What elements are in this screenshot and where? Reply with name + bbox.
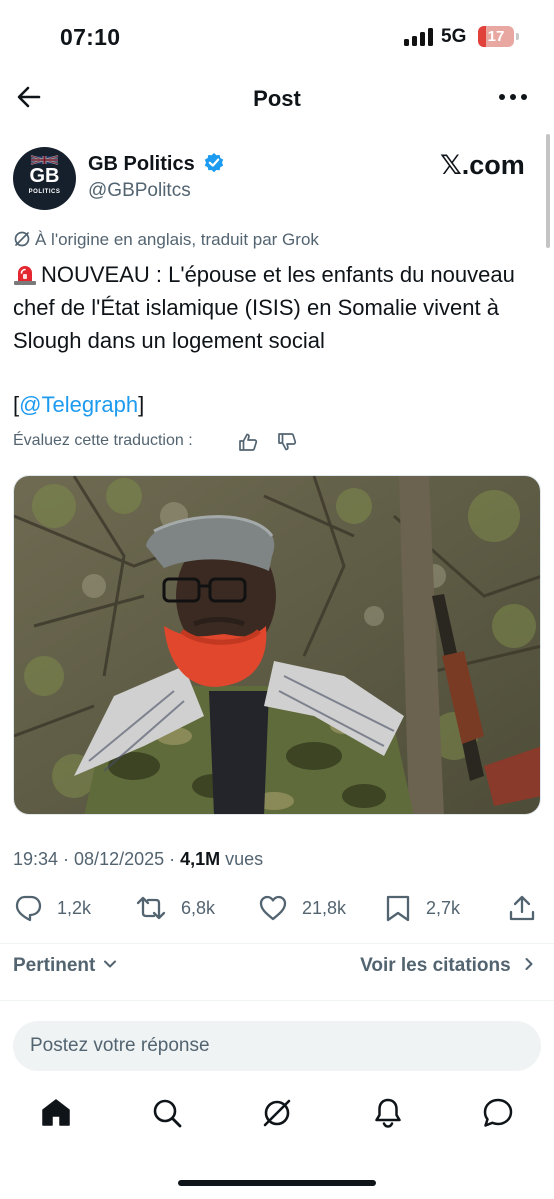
divider <box>0 943 554 944</box>
post-body-text: NOUVEAU : L'épouse et les enfants du nou… <box>13 262 515 353</box>
signal-icon <box>404 28 434 46</box>
heart-icon <box>259 895 287 921</box>
grok-icon[interactable] <box>260 1096 294 1130</box>
search-icon[interactable] <box>150 1096 184 1130</box>
bracket-close: ] <box>138 392 145 417</box>
page-title: Post <box>253 86 301 111</box>
repost-button[interactable]: 6,8k <box>135 888 215 928</box>
divider <box>0 1000 554 1001</box>
bookmark-button[interactable]: 2,7k <box>384 888 460 928</box>
repost-count: 6,8k <box>181 897 216 918</box>
thumbs-up-icon[interactable] <box>237 431 259 453</box>
author-name[interactable]: GB Politics <box>88 153 195 176</box>
siren-emoji-icon <box>14 266 36 285</box>
chevron-right-icon <box>525 958 533 970</box>
view-quotes-link[interactable]: Voir les citations <box>360 955 536 977</box>
action-bar: 1,2k 6,8k 21,8k 2,7k <box>0 888 554 928</box>
scrollbar[interactable] <box>546 134 550 248</box>
sort-dropdown[interactable]: Pertinent <box>13 955 117 977</box>
views-count: 4,1M <box>180 849 221 869</box>
views-label: vues <box>220 849 264 869</box>
messages-icon[interactable] <box>481 1096 515 1130</box>
avatar-subtext: POLITICS <box>28 189 61 195</box>
network-label: 5G <box>441 26 467 47</box>
share-icon <box>509 895 535 921</box>
chevron-down-icon <box>103 960 116 968</box>
battery-level: 17 <box>487 28 505 45</box>
avatar-text: GB <box>29 165 60 187</box>
share-button[interactable] <box>507 888 551 928</box>
like-button[interactable]: 21,8k <box>258 888 346 928</box>
thumbs-down-icon[interactable] <box>276 431 298 453</box>
mention-line: [@Telegraph] <box>13 388 144 421</box>
reply-placeholder: Postez votre réponse <box>30 1035 210 1056</box>
reply-button[interactable]: 1,2k <box>13 888 91 928</box>
reply-input[interactable]: Postez votre réponse <box>13 1021 541 1071</box>
home-icon[interactable] <box>39 1096 73 1130</box>
battery-icon: 17 <box>478 26 514 47</box>
post-meta: 19:34 · 08/12/2025 · 4,1M vues <box>13 849 263 870</box>
sort-label: Pertinent <box>13 955 96 976</box>
rate-translation-label: Évaluez cette traduction : <box>13 432 193 449</box>
post-image[interactable] <box>13 475 541 815</box>
author-handle[interactable]: @GBPolitcs <box>88 180 191 202</box>
translation-note-text: À l'origine en anglais, traduit par Grok <box>35 230 319 249</box>
bookmark-count: 2,7k <box>426 897 461 918</box>
mention-link[interactable]: @Telegraph <box>19 392 138 417</box>
source-label: 𝕏.com <box>440 150 525 180</box>
notifications-icon[interactable] <box>371 1096 405 1130</box>
reply-icon <box>15 895 42 922</box>
post-datetime: 19:34 · 08/12/2025 · <box>13 849 181 869</box>
battery-cap <box>516 33 519 40</box>
more-options-icon[interactable] <box>498 92 528 102</box>
translation-note: À l'origine en anglais, traduit par Grok <box>13 230 319 250</box>
avatar[interactable]: GB POLITICS <box>13 147 76 210</box>
home-indicator[interactable] <box>178 1180 376 1186</box>
status-time: 07:10 <box>60 24 121 50</box>
grok-icon <box>14 231 30 247</box>
repost-icon <box>136 896 166 920</box>
post-header: Post <box>0 72 554 126</box>
view-quotes-label: Voir les citations <box>360 955 511 976</box>
bookmark-icon <box>386 895 410 922</box>
like-count: 21,8k <box>302 897 347 918</box>
bottom-tab-bar <box>0 1090 554 1150</box>
status-bar: 07:10 5G 17 <box>0 0 554 72</box>
reply-count: 1,2k <box>57 897 92 918</box>
post-text: NOUVEAU : L'épouse et les enfants du nou… <box>13 258 548 357</box>
verified-badge-icon <box>204 153 224 173</box>
